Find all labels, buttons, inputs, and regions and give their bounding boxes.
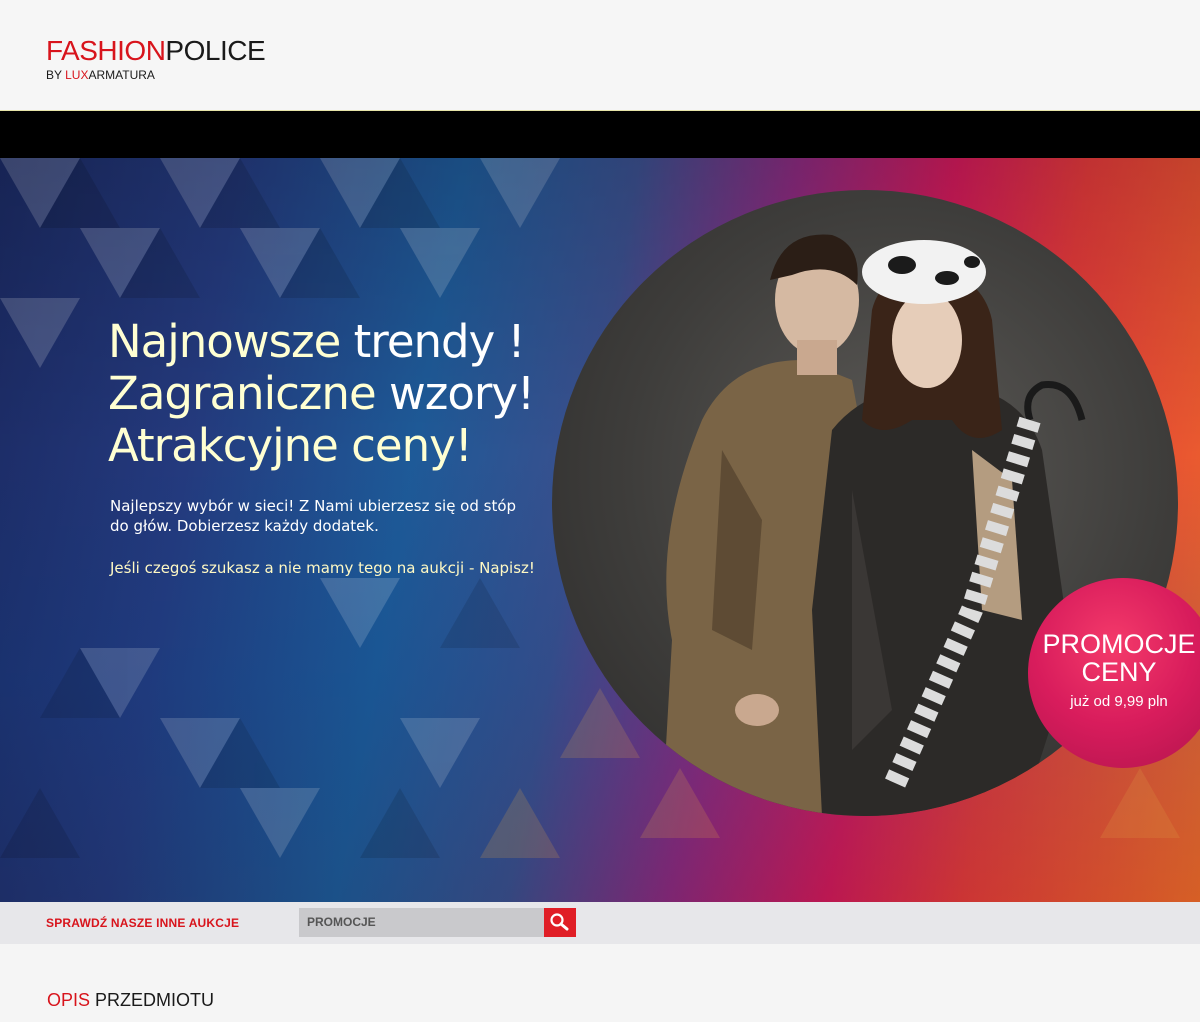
search-input-value: PROMOCJE [307,915,376,929]
search-button[interactable] [544,908,576,937]
other-auctions-bar: SPRAWDŹ NASZE INNE AUKCJE PROMOCJE [0,902,1200,944]
search-input[interactable]: PROMOCJE [299,908,544,937]
headline-word-zagraniczne: Zagraniczne [108,367,377,420]
logo-sub-armatura: ARMATURA [88,68,155,82]
nav-bar [0,111,1200,158]
logo-title-part1: FASHION [46,35,166,66]
headline-line2: Zagraniczne wzory! [108,367,535,420]
promo-line2: CENY [1081,657,1157,687]
section-title: OPIS PRZEDMIOTU [47,990,214,1011]
headline-word-wzory: wzory! [375,367,535,420]
logo-subtitle: BY LUXARMATURA [46,68,265,82]
hero-description: Najlepszy wybór w sieci! Z Nami ubierzes… [110,497,517,535]
logo-title: FASHIONPOLICE [46,35,266,66]
header: FASHIONPOLICE BY LUXARMATURA [0,0,1200,111]
headline-line1: Najnowsze trendy ! [108,316,534,368]
headline-line3: Atrakcyjne ceny! [108,419,473,472]
hero-banner: Najnowsze trendy ! Zagraniczne wzory! At… [0,158,1200,902]
promo-text: PROMOCJE CENY już od 9,99 pln [1028,630,1200,712]
headline-word-trendy: trendy ! [340,315,526,368]
other-auctions-label: SPRAWDŹ NASZE INNE AUKCJE [46,916,240,930]
section-title-opis: OPIS [47,990,91,1010]
logo[interactable]: FASHIONPOLICE BY LUXARMATURA [46,35,266,83]
hero-cta-text: Jeśli czegoś szukasz a nie mamy tego na … [110,559,535,577]
hero-headline: Najnowsze trendy ! Zagraniczne wzory! At… [108,316,535,472]
section-title-przedmiotu: PRZEDMIOTU [90,990,215,1010]
logo-sub-by: BY [46,68,66,82]
logo-title-part2: POLICE [165,35,266,66]
promo-line1: PROMOCJE [1042,629,1196,659]
logo-sub-lux: LUX [65,68,89,82]
search-icon [550,913,569,931]
promo-price: już od 9,99 pln [1070,693,1168,710]
headline-word-najnowsze: Najnowsze [108,315,341,368]
